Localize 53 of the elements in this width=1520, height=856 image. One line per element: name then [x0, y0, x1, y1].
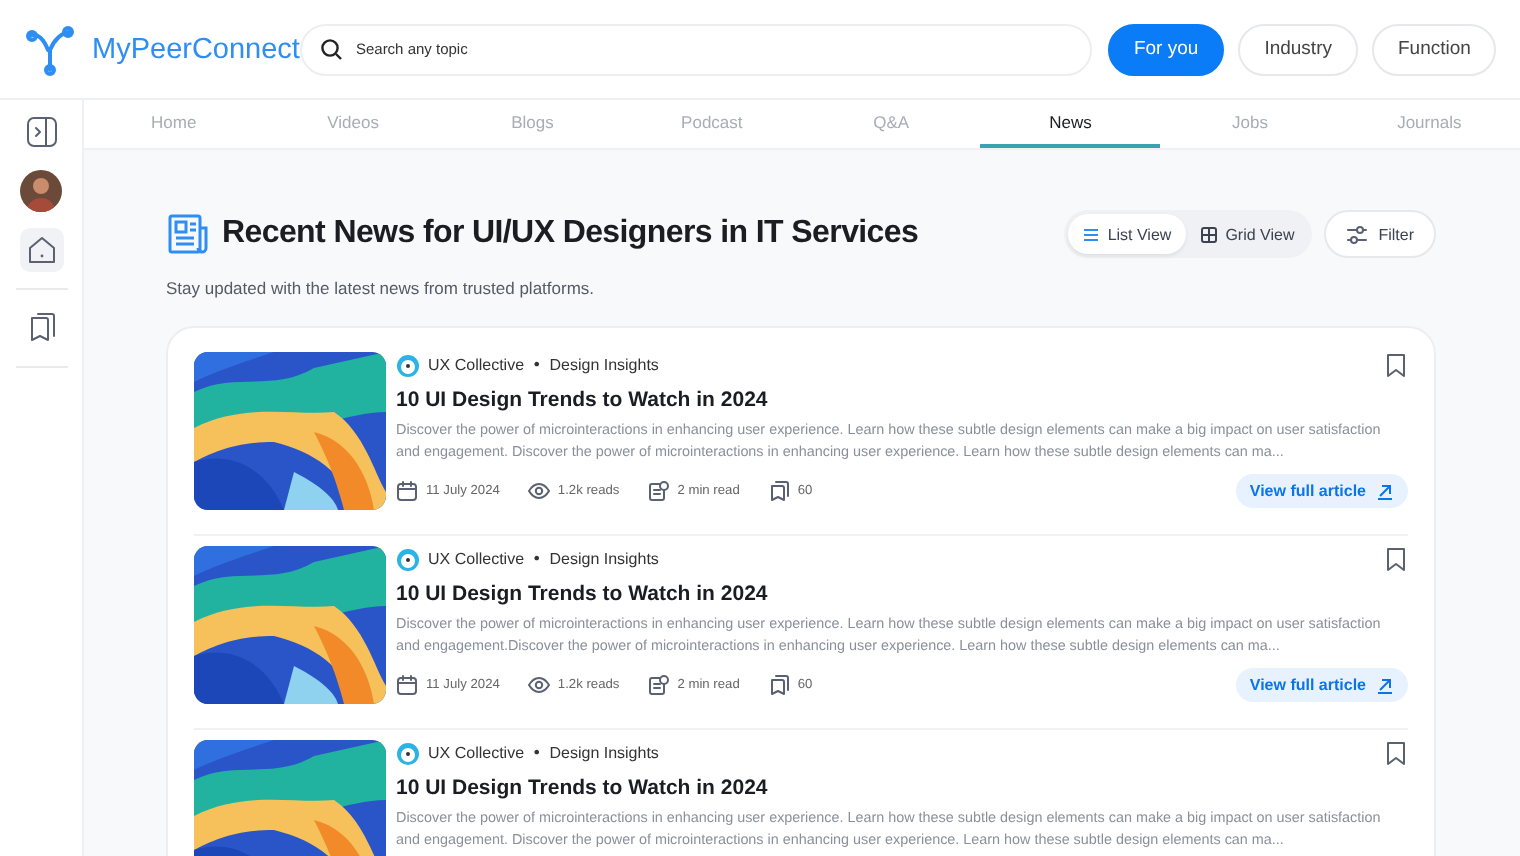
newspaper-icon: [166, 212, 210, 256]
source-name[interactable]: UX Collective: [428, 550, 525, 568]
sidebar-toggle-icon: [23, 114, 59, 150]
eye-icon: [527, 674, 550, 696]
external-link-icon: [1376, 676, 1394, 694]
filter-chip[interactable]: For you: [1107, 23, 1225, 75]
avatar[interactable]: [20, 170, 62, 212]
sliders-icon: [1346, 223, 1369, 245]
bookmark-button[interactable]: [1384, 740, 1408, 766]
external-link-icon: [1376, 482, 1394, 500]
book-icon: [767, 480, 790, 502]
view-article-button[interactable]: View full article: [1235, 474, 1408, 508]
grid-icon: [1199, 225, 1218, 243]
nav-tab[interactable]: News: [980, 100, 1161, 148]
view-toggle[interactable]: Grid View: [1185, 214, 1309, 254]
category-label[interactable]: Design Insights: [549, 356, 659, 374]
category-label[interactable]: Design Insights: [549, 744, 659, 762]
source-name[interactable]: UX Collective: [428, 356, 525, 374]
source-logo-icon: [396, 353, 420, 377]
document-icon: [647, 674, 670, 696]
search-icon: [319, 38, 342, 60]
list-icon: [1081, 225, 1100, 243]
source-logo-icon: [396, 741, 420, 765]
eye-icon: [527, 480, 550, 502]
article-title[interactable]: 10 UI Design Trends to Watch in 2024: [396, 582, 1408, 606]
source-logo-icon: [396, 547, 420, 571]
separator-dot: •: [532, 744, 542, 762]
separator-dot: •: [532, 356, 542, 374]
logo-icon: [24, 23, 76, 75]
document-icon: [647, 480, 670, 502]
filter-chip[interactable]: Industry: [1238, 23, 1358, 75]
home-icon: [23, 232, 59, 268]
article-title[interactable]: 10 UI Design Trends to Watch in 2024: [396, 776, 1408, 800]
view-article-button[interactable]: View full article: [1235, 668, 1408, 702]
bookmark-icon: [1384, 740, 1408, 766]
bookmark-icon: [1384, 352, 1408, 378]
calendar-icon: [396, 674, 418, 696]
page-title: Recent News for UI/UX Designers in IT Services: [222, 216, 919, 252]
page-subtitle: Stay updated with the latest news from trusted platforms.: [166, 278, 597, 298]
bookmark-button[interactable]: [1384, 546, 1408, 572]
source-name[interactable]: UX Collective: [428, 744, 525, 762]
book-icon: [767, 674, 790, 696]
brand-name: MyPeerConnect: [92, 33, 300, 65]
calendar-icon: [396, 480, 418, 502]
article-title[interactable]: 10 UI Design Trends to Watch in 2024: [396, 388, 1408, 412]
filter-button[interactable]: Filter: [1324, 210, 1436, 258]
category-label[interactable]: Design Insights: [549, 550, 659, 568]
filter-chip[interactable]: Function: [1371, 23, 1497, 75]
bookmark-icon: [1384, 546, 1408, 572]
view-toggle[interactable]: List View: [1067, 214, 1186, 254]
separator-dot: •: [532, 550, 542, 568]
bookmark-button[interactable]: [1384, 352, 1408, 378]
sidebar-button[interactable]: [19, 228, 63, 272]
